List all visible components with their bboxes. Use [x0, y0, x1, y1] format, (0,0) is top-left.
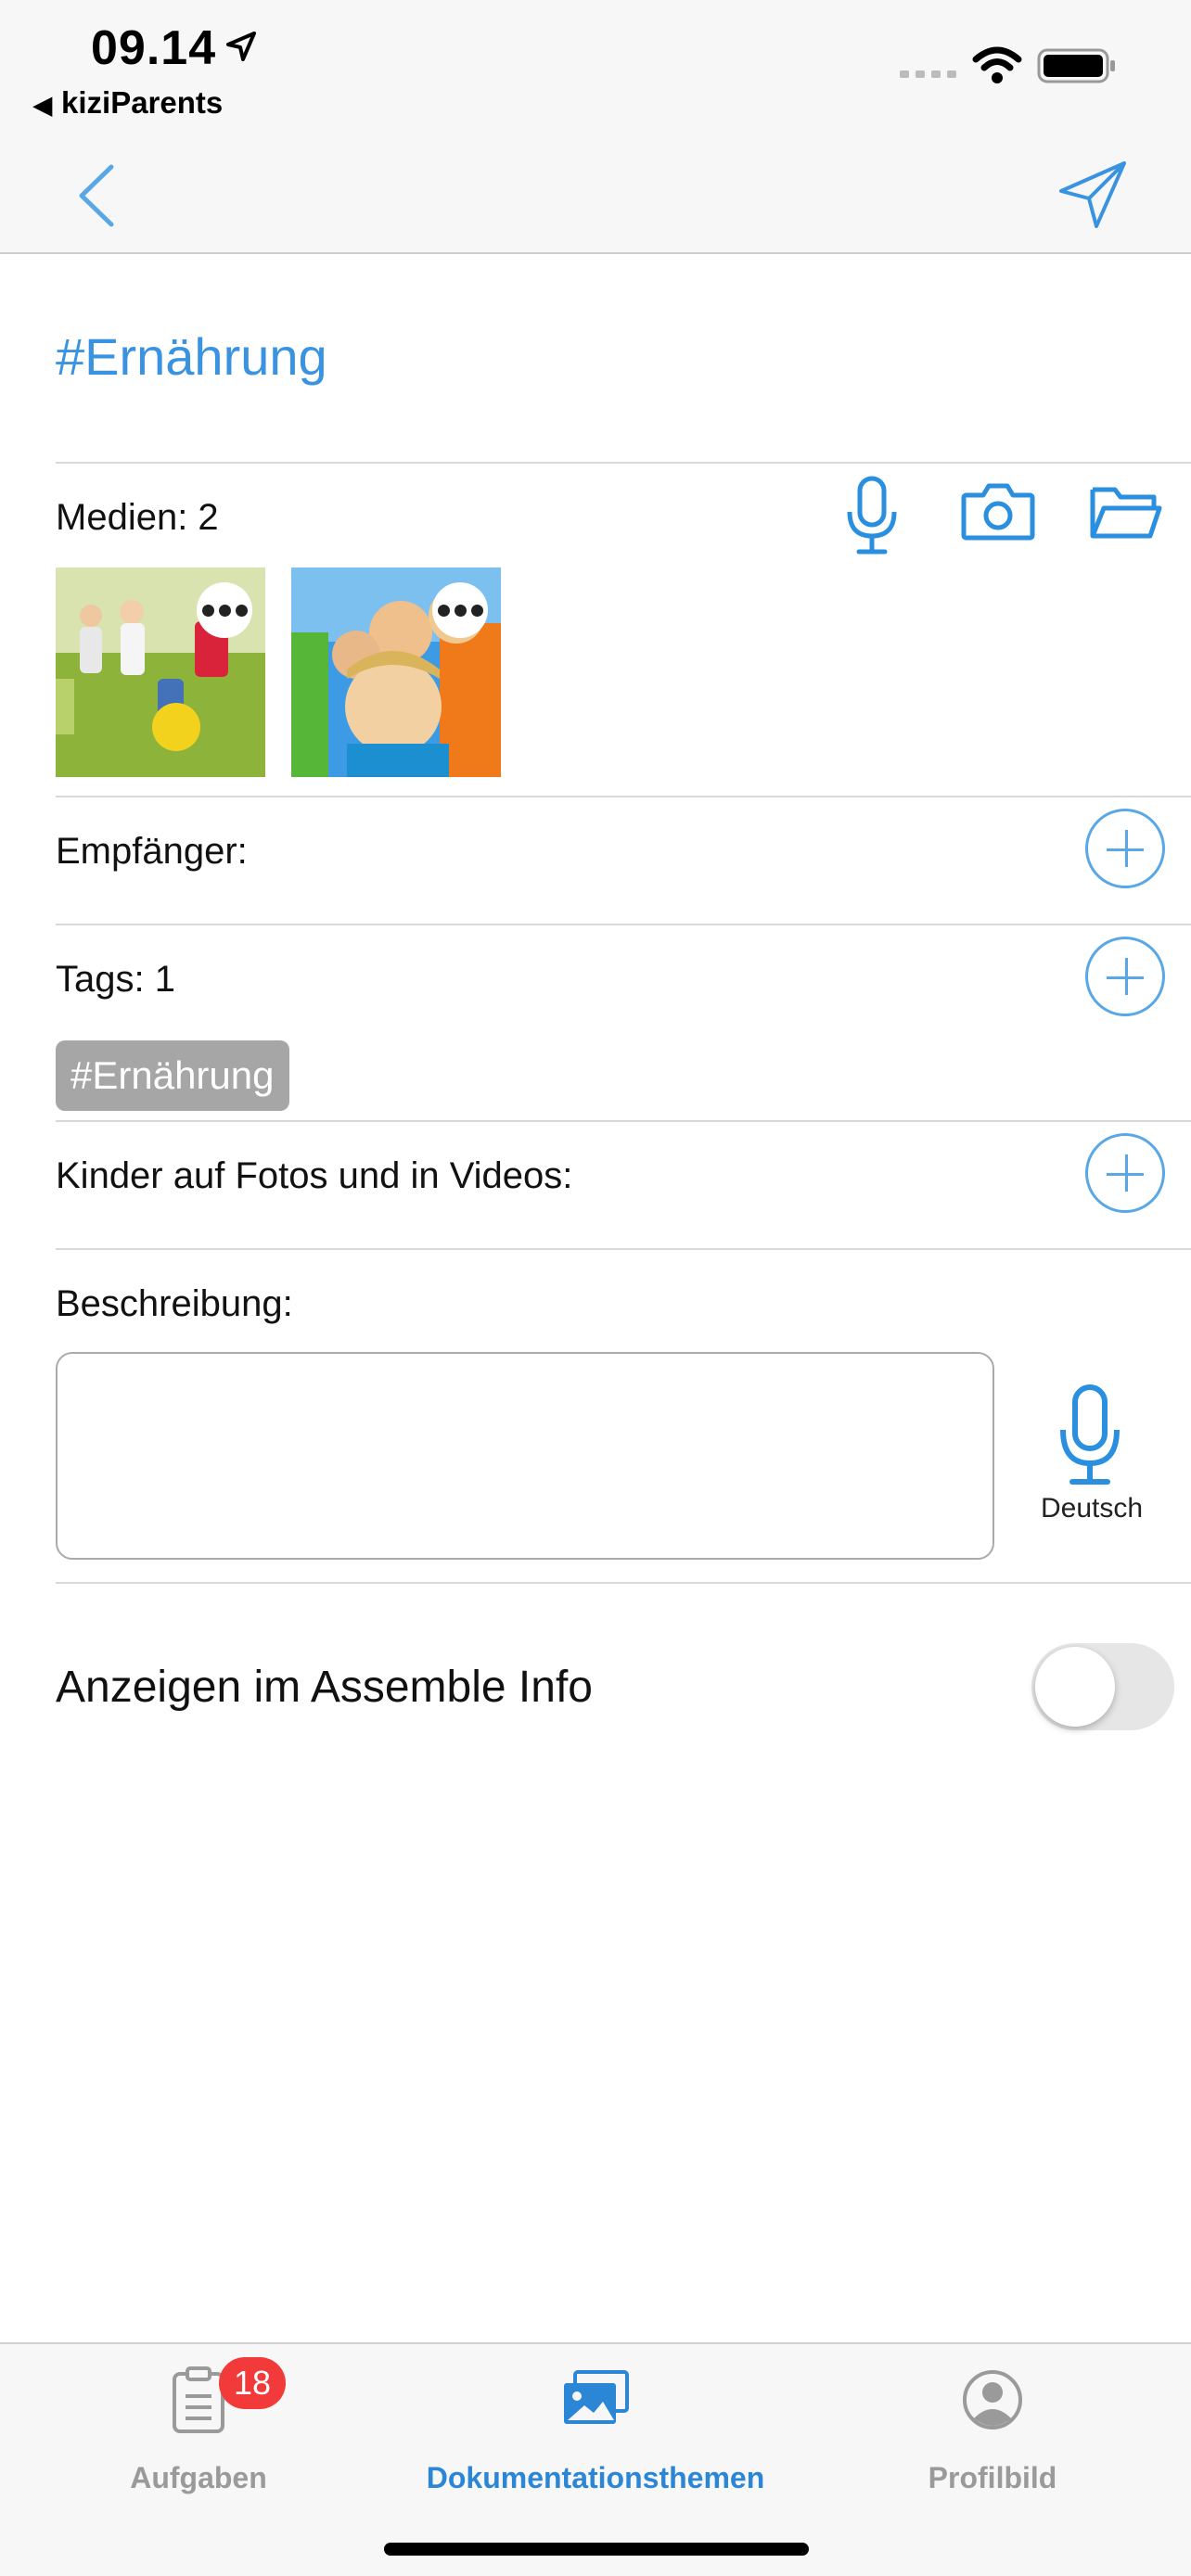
add-tag-button[interactable] — [1085, 937, 1165, 1016]
divider — [56, 462, 1191, 464]
status-time: 09.14 — [91, 21, 217, 75]
toggle-knob — [1035, 1647, 1115, 1727]
more-options-icon[interactable] — [432, 582, 488, 638]
location-arrow-icon — [226, 32, 256, 61]
back-chevron-icon[interactable] — [72, 161, 119, 230]
description-label: Beschreibung: — [56, 1283, 293, 1324]
notification-badge: 18 — [219, 2357, 286, 2409]
wifi-icon — [972, 46, 1022, 83]
page-title: #Ernährung — [56, 327, 327, 386]
assemble-info-label: Anzeigen im Assemble Info — [56, 1663, 593, 1712]
home-indicator[interactable] — [384, 2543, 809, 2556]
folder-icon[interactable] — [1089, 482, 1163, 542]
dictation-language-label[interactable]: Deutsch — [1020, 1493, 1163, 1524]
assemble-info-toggle[interactable] — [1031, 1643, 1174, 1730]
battery-icon — [1037, 48, 1115, 83]
tags-count-label: Tags: 1 — [56, 959, 175, 1000]
media-thumbnail[interactable] — [291, 567, 501, 777]
media-count-label: Medien: 2 — [56, 497, 219, 538]
tab-aufgaben[interactable]: 18 Aufgaben — [0, 2344, 397, 2502]
divider — [56, 1248, 1191, 1250]
tab-dokumentationsthemen[interactable]: Dokumentationsthemen — [397, 2344, 794, 2502]
cellular-signal-icon — [900, 70, 956, 78]
microphone-icon[interactable] — [844, 475, 900, 556]
divider — [56, 924, 1191, 925]
description-input[interactable] — [56, 1352, 994, 1560]
divider — [56, 1582, 1191, 1584]
media-thumbnail[interactable] — [56, 567, 265, 777]
tab-profilbild[interactable]: Profilbild — [794, 2344, 1191, 2502]
tag-chip[interactable]: #Ernährung — [56, 1040, 289, 1111]
tab-label: Aufgaben — [130, 2461, 267, 2494]
recipients-label: Empfänger: — [56, 831, 248, 872]
add-recipient-button[interactable] — [1085, 809, 1165, 888]
photos-icon — [564, 2370, 629, 2424]
tab-label: Dokumentationsthemen — [426, 2461, 765, 2494]
profile-icon — [963, 2370, 1022, 2429]
clipboard-icon — [173, 2366, 224, 2433]
status-bar: 09.14 ◀ kiziParents — [0, 0, 1191, 130]
add-child-button[interactable] — [1085, 1133, 1165, 1213]
back-app-label: kiziParents — [61, 85, 224, 120]
send-icon[interactable] — [1056, 158, 1130, 232]
tab-label: Profilbild — [928, 2461, 1057, 2494]
back-to-app-link[interactable]: ◀ kiziParents — [33, 85, 223, 121]
camera-icon[interactable] — [961, 480, 1035, 542]
tab-bar: 18 Aufgaben Dokumentationsthemen Profilb… — [0, 2342, 1191, 2576]
divider — [56, 1120, 1191, 1122]
more-options-icon[interactable] — [197, 582, 252, 638]
back-triangle-icon: ◀ — [33, 91, 52, 119]
dictation-microphone-icon[interactable] — [1057, 1384, 1122, 1487]
divider — [56, 796, 1191, 797]
children-label: Kinder auf Fotos und in Videos: — [56, 1155, 573, 1196]
navigation-bar — [0, 130, 1191, 254]
